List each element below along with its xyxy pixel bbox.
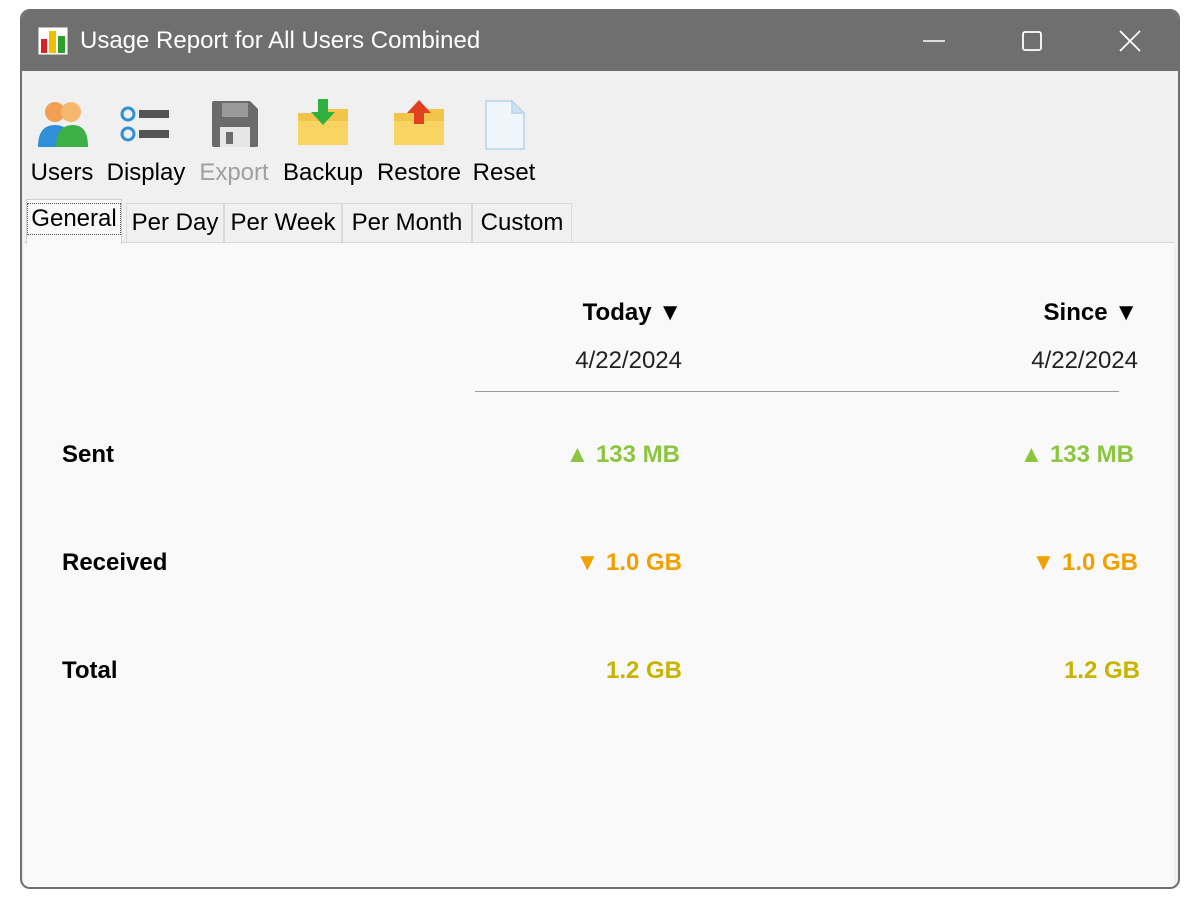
- today-column-header[interactable]: Today ▼: [583, 299, 682, 327]
- export-label: Export: [199, 159, 269, 186]
- backup-button[interactable]: Backup: [282, 83, 364, 186]
- blank-document-icon: [485, 99, 526, 150]
- users-icon: [38, 102, 88, 147]
- users-button[interactable]: Users: [30, 83, 94, 186]
- usage-report-window: Usage Report for All Users Combined User…: [20, 9, 1180, 889]
- tab-general[interactable]: General: [26, 199, 122, 244]
- tab-label: Per Week: [230, 209, 336, 236]
- title-bar[interactable]: Usage Report for All Users Combined: [22, 11, 1178, 71]
- tab-per-week[interactable]: Per Week: [224, 203, 342, 243]
- total-label: Total: [62, 657, 118, 684]
- total-today-value: 1.2 GB: [605, 657, 682, 684]
- total-since-value: 1.2 GB: [1063, 657, 1140, 684]
- bar-chart-app-icon: [38, 27, 68, 55]
- since-date: 4/22/2024: [1031, 347, 1138, 374]
- window-title: Usage Report for All Users Combined: [80, 27, 481, 54]
- toolbar: Users Display Export Backup Restore Rese…: [22, 73, 1178, 191]
- users-label: Users: [30, 159, 94, 186]
- received-since-value: ▼ 1.0 GB: [1031, 549, 1138, 576]
- tab-label: Per Month: [351, 209, 463, 236]
- floppy-disk-icon: [212, 101, 258, 147]
- restore-button[interactable]: Restore: [376, 83, 462, 186]
- reset-label: Reset: [472, 159, 536, 186]
- restore-label: Restore: [376, 159, 462, 186]
- folder-download-icon: [298, 99, 348, 145]
- close-icon: [1119, 30, 1141, 52]
- tab-label: General: [27, 203, 121, 235]
- minimize-icon: [923, 40, 945, 42]
- since-column-header[interactable]: Since ▼: [1044, 299, 1138, 327]
- tab-strip: General Per Day Per Week Per Month Custo…: [26, 199, 1178, 244]
- header-divider: [475, 391, 1119, 392]
- sent-label: Sent: [62, 441, 115, 468]
- maximize-icon: [1022, 31, 1042, 51]
- display-list-icon: [120, 106, 169, 142]
- today-date: 4/22/2024: [575, 347, 682, 374]
- display-label: Display: [106, 159, 186, 186]
- close-button[interactable]: [1090, 11, 1170, 71]
- sent-today-value: ▲ 133 MB: [565, 441, 680, 468]
- tab-label: Per Day: [131, 209, 219, 236]
- received-today-value: ▼ 1.0 GB: [575, 549, 682, 576]
- tab-per-month[interactable]: Per Month: [342, 203, 472, 243]
- sent-since-value: ▲ 133 MB: [1019, 441, 1134, 468]
- received-label: Received: [62, 549, 168, 576]
- tab-custom[interactable]: Custom: [472, 203, 572, 243]
- backup-label: Backup: [282, 159, 364, 186]
- reset-button[interactable]: Reset: [472, 83, 536, 186]
- maximize-button[interactable]: [992, 11, 1072, 71]
- tab-label: Custom: [480, 209, 564, 236]
- export-button[interactable]: Export: [196, 83, 272, 186]
- minimize-button[interactable]: [894, 11, 974, 71]
- folder-upload-icon: [394, 100, 444, 145]
- display-button[interactable]: Display: [104, 83, 188, 186]
- tab-per-day[interactable]: Per Day: [126, 203, 224, 243]
- general-tab-panel: Today ▼ 4/22/2024 Since ▼ 4/22/2024 Sent…: [24, 242, 1174, 887]
